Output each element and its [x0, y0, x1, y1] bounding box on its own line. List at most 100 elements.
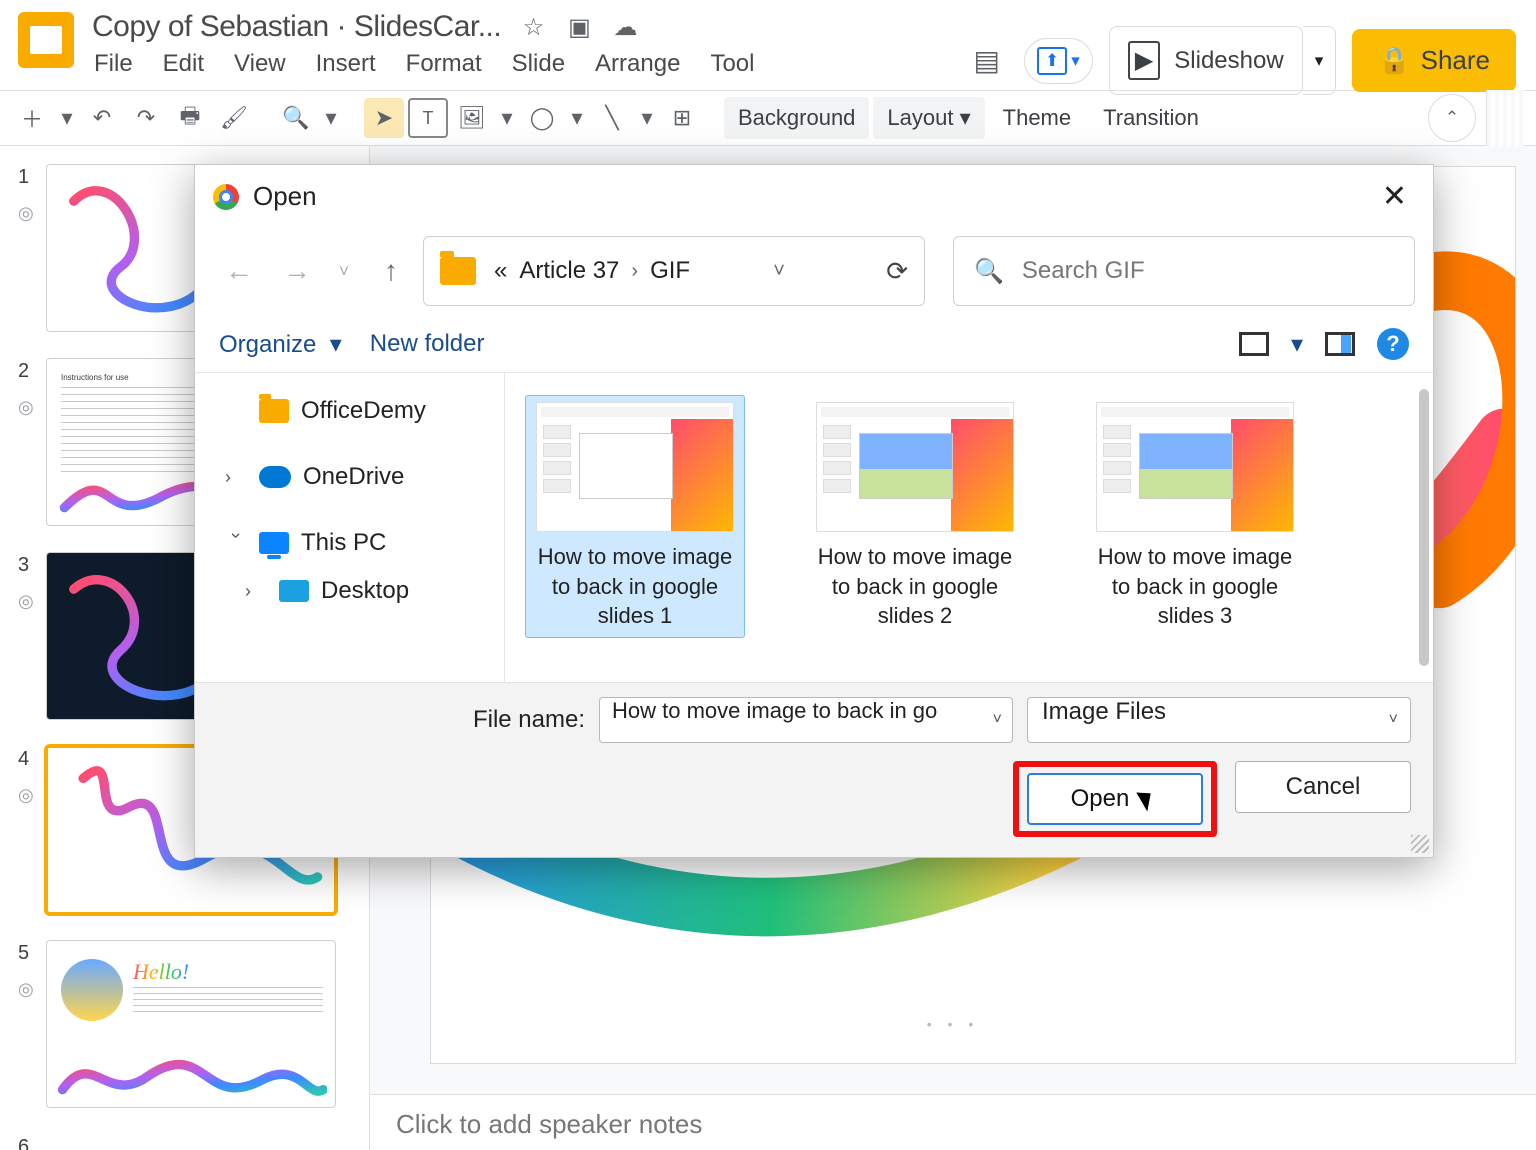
line-caret[interactable]: ▾ — [636, 98, 658, 138]
menu-view[interactable]: View — [234, 50, 286, 78]
animation-icon: ◎ — [18, 979, 40, 1000]
file-item[interactable]: How to move image to back in google slid… — [805, 395, 1025, 638]
breadcrumb[interactable]: « Article 37 › GIF ˅ ⟳ — [423, 236, 925, 306]
desktop-icon — [279, 580, 309, 602]
new-slide-button[interactable]: ＋ — [12, 98, 52, 138]
thumb-number: 2 — [18, 358, 40, 383]
close-icon[interactable]: ✕ — [1374, 175, 1415, 218]
nav-recent-caret[interactable]: ˅ — [329, 245, 359, 297]
resize-grip[interactable] — [1411, 835, 1429, 853]
slideshow-button[interactable]: ▶ Slideshow — [1109, 26, 1303, 95]
print-button[interactable]: 🖶 — [170, 98, 210, 138]
menu-format[interactable]: Format — [406, 50, 482, 78]
filetype-value: Image Files — [1042, 698, 1166, 725]
folder-tree[interactable]: OfficeDemy ›OneDrive ›This PC ›Desktop — [195, 373, 505, 682]
filename-input[interactable]: How to move image to back in go ˅ — [599, 697, 1013, 743]
open-button[interactable]: Open — [1027, 773, 1203, 825]
redo-button[interactable]: ↷ — [126, 98, 166, 138]
slideshow-label: Slideshow — [1174, 47, 1283, 75]
toolbar: ＋ ▾ ↶ ↷ 🖶 🖌 🔍 ▾ ➤ T 🖼 ▾ ◯ ▾ ╲ ▾ ⊞ Backgr… — [0, 90, 1536, 146]
animation-icon: ◎ — [18, 397, 40, 418]
dialog-nav: ← → ˅ ↑ « Article 37 › GIF ˅ ⟳ 🔍 Search … — [195, 232, 1433, 320]
folder-icon — [440, 257, 476, 285]
speaker-notes[interactable]: Click to add speaker notes — [370, 1094, 1536, 1150]
star-icon[interactable]: ☆ — [519, 13, 547, 41]
tree-officedemy[interactable]: OfficeDemy — [201, 387, 498, 435]
chrome-icon — [213, 184, 239, 210]
theme-button[interactable]: Theme — [989, 97, 1085, 139]
crumb-prefix: « — [494, 257, 507, 285]
chevron-right-icon: › — [631, 260, 638, 283]
play-icon: ▶ — [1128, 41, 1160, 80]
background-button[interactable]: Background — [724, 97, 869, 139]
shape-tool[interactable]: ◯ — [522, 98, 562, 138]
nav-forward-icon[interactable]: → — [271, 245, 323, 297]
line-tool[interactable]: ╲ — [592, 98, 632, 138]
layout-button[interactable]: Layout ▾ — [873, 97, 984, 139]
search-icon: 🔍 — [974, 257, 1004, 286]
view-mode-icon[interactable] — [1239, 332, 1269, 356]
transition-button[interactable]: Transition — [1089, 97, 1213, 139]
caret-down-icon[interactable]: ˅ — [1389, 711, 1398, 729]
new-slide-caret[interactable]: ▾ — [56, 98, 78, 138]
help-icon[interactable]: ? — [1377, 328, 1409, 360]
comment-tool[interactable]: ⊞ — [662, 98, 702, 138]
crumb-drop-icon[interactable]: ˅ — [773, 260, 785, 283]
shape-caret[interactable]: ▾ — [566, 98, 588, 138]
cancel-button[interactable]: Cancel — [1235, 761, 1411, 813]
image-tool[interactable]: 🖼 — [452, 98, 492, 138]
document-title[interactable]: Copy of Sebastian · SlidesCar... — [92, 10, 501, 44]
share-button[interactable]: 🔒 Share — [1352, 29, 1516, 92]
undo-button[interactable]: ↶ — [82, 98, 122, 138]
crumb-folder[interactable]: Article 37 — [519, 257, 619, 285]
filmstrip-handle[interactable]: • • • — [927, 1016, 979, 1032]
comments-icon[interactable]: ▤ — [966, 44, 1008, 77]
preview-pane-icon[interactable] — [1325, 332, 1355, 356]
dialog-title: Open — [253, 181, 317, 212]
image-caret[interactable]: ▾ — [496, 98, 518, 138]
select-tool[interactable]: ➤ — [364, 98, 404, 138]
slideshow-caret[interactable]: ▾ — [1303, 26, 1337, 95]
animation-icon: ◎ — [18, 591, 40, 612]
tree-thispc[interactable]: ›This PC — [201, 519, 498, 567]
zoom-caret[interactable]: ▾ — [320, 98, 342, 138]
animation-icon: ◎ — [18, 785, 40, 806]
thumb-number: 5 — [18, 940, 40, 965]
menu-arrange[interactable]: Arrange — [595, 50, 680, 78]
menu-file[interactable]: File — [94, 50, 133, 78]
paint-format-button[interactable]: 🖌 — [214, 98, 254, 138]
file-item[interactable]: How to move image to back in google slid… — [1085, 395, 1305, 638]
search-input[interactable]: 🔍 Search GIF — [953, 236, 1415, 306]
textbox-tool[interactable]: T — [408, 98, 448, 138]
menu-slide[interactable]: Slide — [512, 50, 565, 78]
thumb-number: 1 — [18, 164, 40, 189]
new-folder-button[interactable]: New folder — [370, 330, 485, 358]
menu-insert[interactable]: Insert — [316, 50, 376, 78]
dialog-toolbar: Organize ▾ New folder ▾ ? — [195, 320, 1433, 373]
filetype-select[interactable]: Image Files ˅ — [1027, 697, 1411, 743]
thumb-number: 3 — [18, 552, 40, 577]
menu-edit[interactable]: Edit — [163, 50, 204, 78]
cloud-icon[interactable]: ☁ — [611, 13, 639, 41]
file-grid[interactable]: How to move image to back in google slid… — [505, 373, 1433, 682]
collapse-toolbar-icon[interactable]: ⌃ — [1428, 94, 1476, 142]
nav-back-icon[interactable]: ← — [213, 245, 265, 297]
tree-desktop[interactable]: ›Desktop — [201, 567, 498, 615]
search-placeholder: Search GIF — [1022, 257, 1145, 285]
tree-onedrive[interactable]: ›OneDrive — [201, 453, 498, 501]
filename-value: How to move image to back in go — [612, 698, 937, 723]
organize-button[interactable]: Organize ▾ — [219, 330, 342, 359]
present-pill[interactable]: ⬆ ▾ — [1024, 38, 1093, 84]
move-icon[interactable]: ▣ — [565, 13, 593, 41]
slide-thumb-5[interactable]: Hello! — [46, 940, 336, 1108]
crumb-sub[interactable]: GIF — [650, 257, 690, 285]
dialog-footer: File name: How to move image to back in … — [195, 682, 1433, 857]
caret-down-icon[interactable]: ˅ — [993, 711, 1002, 729]
view-caret-icon[interactable]: ▾ — [1291, 330, 1303, 359]
open-highlight: Open — [1013, 761, 1217, 837]
menu-tools[interactable]: Tool — [710, 50, 754, 78]
zoom-button[interactable]: 🔍 — [276, 98, 316, 138]
refresh-icon[interactable]: ⟳ — [886, 256, 908, 287]
file-item[interactable]: How to move image to back in google slid… — [525, 395, 745, 638]
nav-up-icon[interactable]: ↑ — [365, 245, 417, 297]
